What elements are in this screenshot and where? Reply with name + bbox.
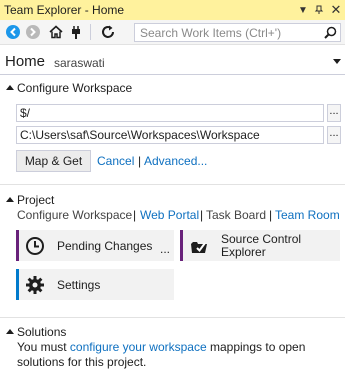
link-separator: | [269,208,273,222]
back-icon[interactable] [4,23,22,41]
clock-icon [25,236,45,256]
cancel-link[interactable]: Cancel [97,154,134,168]
toolbar [0,20,345,45]
browse-local-button[interactable]: ... [327,126,341,144]
user-name: saraswati [54,56,105,70]
solutions-text-before: You must [17,340,70,354]
section-title: Project [17,193,55,207]
advanced-link[interactable]: Advanced... [144,154,207,168]
connect-icon[interactable] [67,23,85,41]
tile-label-line2: Explorer [221,245,266,259]
more-options-button[interactable]: ... [160,242,170,256]
section-title: Solutions [17,325,67,339]
solutions-message: You must configure your workspace mappin… [17,340,337,369]
search-input[interactable] [135,24,320,41]
configure-workspace-inline-link[interactable]: configure your workspace [70,340,207,354]
window-title: Team Explorer - Home [4,3,125,17]
browse-source-button[interactable]: ... [327,104,341,122]
toolbar-separator [90,24,91,40]
search-box [134,23,341,42]
tile-label: Source Control Explorer [221,233,301,259]
pin-icon[interactable] [311,1,327,19]
task-board-link[interactable]: Task Board [206,208,266,222]
tile-label-line1: Source Control [221,232,302,246]
page-title: Home [5,53,46,70]
gear-icon [25,275,45,295]
collapse-arrow-icon[interactable] [6,329,14,334]
configure-workspace-link[interactable]: Configure Workspace [17,208,132,222]
section-title: Configure Workspace [17,81,133,95]
web-portal-link[interactable]: Web Portal [140,208,199,222]
pending-changes-tile[interactable]: Pending Changes ... [16,230,174,261]
collapse-arrow-icon[interactable] [6,85,14,90]
tile-label: Settings [57,278,101,292]
link-separator: | [200,208,204,222]
tile-label: Pending Changes [57,239,153,253]
title-bar: Team Explorer - Home ▼ ✕ [0,0,345,20]
link-separator: | [133,208,137,222]
page-menu-dropdown-icon[interactable] [333,59,341,64]
source-control-icon [189,236,209,256]
link-separator: | [138,154,142,168]
map-and-get-button[interactable]: Map & Get [16,150,91,172]
project-header[interactable]: Project [0,192,345,208]
settings-tile[interactable]: Settings [16,269,174,300]
home-header: Home saraswati [0,50,345,75]
dropdown-arrow-icon[interactable]: ▼ [295,1,311,19]
refresh-icon[interactable] [99,23,117,41]
local-path-field[interactable]: C:\Users\saf\Source\Workspaces\Workspace [16,126,324,144]
source-path-field[interactable]: $/ [16,104,324,122]
configure-workspace-header[interactable]: Configure Workspace [0,80,345,96]
home-icon[interactable] [47,23,65,41]
team-room-link[interactable]: Team Room [275,208,340,222]
source-control-explorer-tile[interactable]: Source Control Explorer [180,230,340,261]
solutions-header[interactable]: Solutions [0,324,345,340]
close-icon[interactable]: ✕ [327,1,345,19]
forward-icon[interactable] [24,23,42,41]
collapse-arrow-icon[interactable] [6,197,14,202]
section-divider [0,184,345,185]
search-icon[interactable] [320,24,340,41]
section-divider [0,317,345,318]
